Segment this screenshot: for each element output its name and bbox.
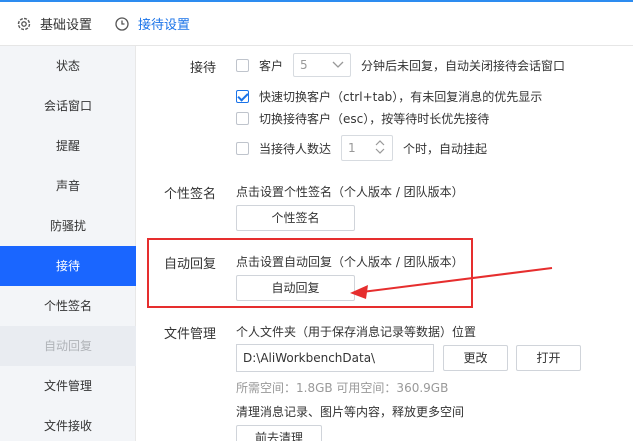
space-info: 所需空间：1.8GB 可用空间：360.9GB	[236, 381, 449, 395]
sidebar-item-reminder[interactable]: 提醒	[0, 126, 136, 166]
sidebar-item-file-receive[interactable]: 文件接收	[0, 406, 136, 441]
settings-content: 接待 客户 5 分钟后未回复，自动关闭接待会话窗口 快速切换客户（ctrl+ta…	[136, 46, 633, 441]
sidebar-item-file-manage[interactable]: 文件管理	[0, 366, 136, 406]
sidebar-item-reception[interactable]: 接待	[0, 246, 136, 286]
clean-desc: 清理消息记录、图片等内容，释放更多空间	[236, 405, 465, 419]
sidebar-item-sound[interactable]: 声音	[0, 166, 136, 206]
sidebar-item-chat-window[interactable]: 会话窗口	[0, 86, 136, 126]
top-tab-bar: 基础设置 接待设置	[0, 0, 633, 46]
sidebar-item-status[interactable]: 状态	[0, 46, 136, 86]
clock-icon	[114, 16, 130, 32]
file-manage-desc: 个人文件夹（用于保存消息记录等数据）位置	[236, 325, 477, 339]
sidebar-item-signature[interactable]: 个性签名	[0, 286, 136, 326]
sidebar: 状态 会话窗口 提醒 声音 防骚扰 接待 个性签名 自动回复 文件管理 文件接收	[0, 46, 136, 441]
sidebar-item-anti-harass[interactable]: 防骚扰	[0, 206, 136, 246]
change-button[interactable]: 更改	[443, 345, 508, 371]
tab-reception-label: 接待设置	[138, 18, 191, 33]
tab-basic-settings[interactable]: 基础设置	[16, 14, 92, 33]
open-button[interactable]: 打开	[516, 345, 581, 371]
tab-reception-settings[interactable]: 接待设置	[114, 14, 190, 33]
file-manage-label: 文件管理	[163, 327, 216, 342]
folder-path-field[interactable]: D:\AliWorkbenchData\	[236, 344, 434, 372]
tab-basic-label: 基础设置	[40, 18, 93, 33]
gear-icon	[16, 16, 32, 32]
sidebar-item-auto-reply[interactable]: 自动回复	[0, 326, 136, 366]
clean-button[interactable]: 前去清理	[236, 425, 322, 441]
